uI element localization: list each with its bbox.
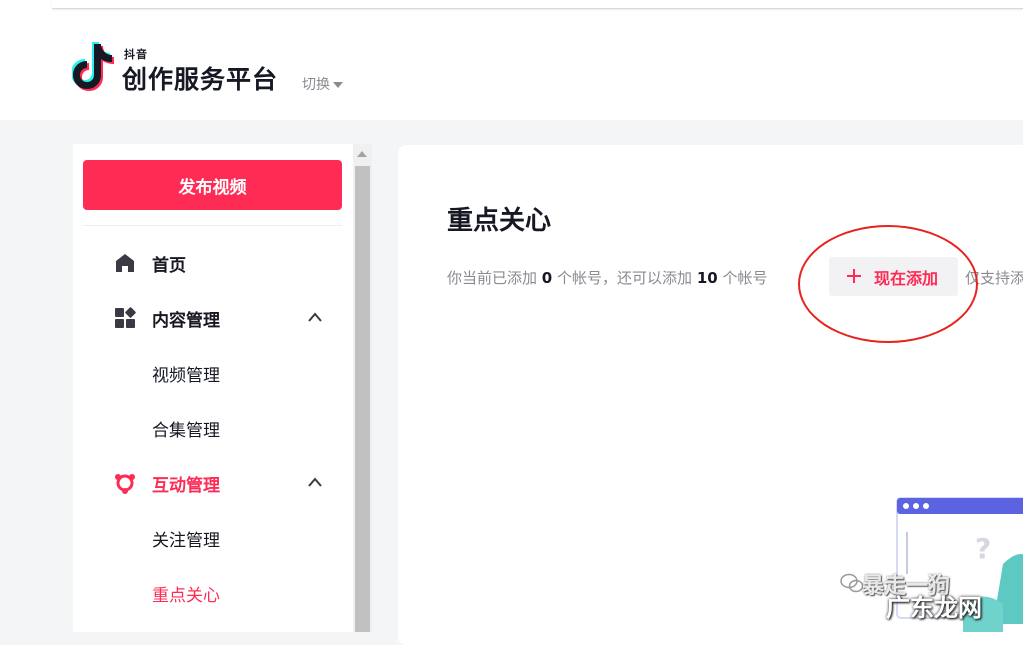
added-count: 0 (541, 269, 553, 287)
scrollbar-thumb[interactable] (355, 166, 370, 632)
info-prefix: 你当前已添加 (447, 269, 538, 287)
brand-title: 创作服务平台 (122, 65, 279, 94)
switch-platform-button[interactable]: 切换 (302, 74, 343, 94)
chevron-up-icon[interactable] (307, 311, 323, 323)
sidebar-item-interaction-management[interactable]: 互动管理 (73, 468, 353, 498)
svg-text:?: ? (975, 532, 991, 565)
watermark-site: 广东龙网 (886, 594, 982, 622)
sidebar-subitem-collection-management[interactable]: 合集管理 (152, 416, 220, 441)
publish-video-button[interactable]: 发布视频 (83, 160, 342, 210)
douyin-logo-icon[interactable] (72, 40, 114, 92)
chevron-up-icon[interactable] (307, 476, 323, 488)
sidebar-item-label: 互动管理 (152, 475, 220, 496)
sidebar-item-label: 首页 (152, 255, 186, 276)
info-suffix: 个帐号 (722, 269, 768, 287)
sidebar-subitem-follow-management[interactable]: 关注管理 (152, 526, 220, 551)
page-header: 抖音 创作服务平台 切换 (0, 16, 1023, 120)
info-mid: 个帐号，还可以添加 (557, 269, 693, 287)
grid-apps-icon (115, 307, 136, 328)
sidebar-divider (83, 225, 342, 226)
annotation-circle (798, 225, 978, 343)
home-icon (116, 254, 134, 272)
remaining-count: 10 (696, 269, 718, 287)
sidebar: 发布视频 首页 内容管理 视频管理 合集管理 互动管理 关注管理 重点关心 (73, 144, 353, 632)
scroll-up-arrow-icon[interactable] (357, 151, 367, 157)
browser-top-bar (0, 0, 1023, 16)
sidebar-item-home[interactable]: 首页 (73, 248, 353, 278)
account-count-info: 你当前已添加 0 个帐号，还可以添加 10 个帐号 (447, 267, 767, 288)
interaction-icon (115, 474, 135, 494)
address-bar-edge (52, 0, 1023, 9)
sidebar-subitem-key-concern[interactable]: 重点关心 (152, 581, 220, 606)
sidebar-scrollbar[interactable] (353, 144, 372, 632)
sidebar-subitem-video-management[interactable]: 视频管理 (152, 361, 220, 386)
page-title: 重点关心 (447, 206, 552, 236)
caret-down-icon (333, 82, 343, 88)
sidebar-item-content-management[interactable]: 内容管理 (73, 303, 353, 333)
switch-label: 切换 (302, 77, 330, 93)
sidebar-item-label: 内容管理 (152, 310, 220, 331)
wechat-icon (840, 573, 864, 593)
